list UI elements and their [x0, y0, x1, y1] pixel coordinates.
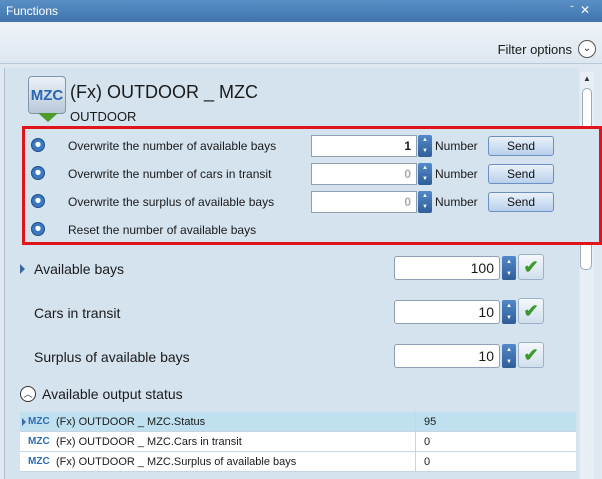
command-unit: Number	[435, 167, 478, 181]
send-button[interactable]: Send	[488, 164, 554, 184]
radio-button-icon[interactable]	[31, 222, 45, 236]
command-label: Overwrite the number of available bays	[68, 139, 277, 153]
table-row[interactable]: MZC (Fx) OUTDOOR _ MZC.Cars in transit 0	[20, 432, 576, 452]
check-icon[interactable]: ✔	[518, 298, 544, 324]
check-icon[interactable]: ✔	[518, 254, 544, 280]
spinner-icon[interactable]: ▲ ▼	[502, 300, 516, 324]
command-value-input[interactable]: 0	[311, 191, 417, 213]
value-input[interactable]: 100	[394, 256, 500, 280]
spinner-icon[interactable]: ▲ ▼	[418, 191, 432, 213]
command-unit: Number	[435, 139, 478, 153]
command-row: Overwrite the number of cars in transit …	[25, 161, 599, 187]
send-button[interactable]: Send	[488, 136, 554, 156]
spinner-icon[interactable]: ▲ ▼	[502, 256, 516, 280]
value-input[interactable]: 10	[394, 344, 500, 368]
radio-button-icon[interactable]	[31, 138, 45, 152]
close-icon[interactable]: ✕	[580, 3, 596, 17]
command-label[interactable]: Reset the number of available bays	[68, 223, 256, 237]
status-name: (Fx) OUTDOOR _ MZC.Status	[56, 416, 206, 428]
window-title: Functions	[6, 4, 59, 18]
value-input[interactable]: 10	[394, 300, 500, 324]
value-row: Surplus of available bays 10 ▲ ▼ ✔	[14, 342, 574, 372]
filter-options-label[interactable]: Filter options	[498, 42, 572, 57]
mzc-function-icon: MZC	[28, 76, 66, 122]
table-row[interactable]: MZC (Fx) OUTDOOR _ MZC.Surplus of availa…	[20, 452, 576, 472]
value-label: Surplus of available bays	[34, 349, 190, 365]
pin-icon[interactable]: ˉ	[570, 3, 580, 17]
command-value-input[interactable]: 0	[311, 163, 417, 185]
status-value: 95	[424, 416, 437, 428]
chevron-down-icon[interactable]: ⌄	[578, 40, 596, 58]
radio-button-icon[interactable]	[31, 166, 45, 180]
mzc-tag-icon: MZC	[28, 456, 50, 467]
mzc-tag-icon: MZC	[28, 436, 50, 447]
value-row: Available bays 100 ▲ ▼ ✔	[14, 254, 574, 284]
function-title: (Fx) OUTDOOR _ MZC	[70, 82, 258, 102]
mzc-tag-icon: MZC	[28, 416, 50, 427]
command-row[interactable]: Reset the number of available bays	[25, 217, 599, 243]
filter-bar: Filter options ⌄	[0, 22, 602, 64]
spinner-icon[interactable]: ▲ ▼	[418, 135, 432, 157]
check-icon[interactable]: ✔	[518, 342, 544, 368]
expand-triangle-icon[interactable]	[38, 113, 58, 122]
row-pointer-icon	[22, 418, 26, 426]
status-name: (Fx) OUTDOOR _ MZC.Cars in transit	[56, 436, 242, 448]
spinner-icon[interactable]: ▲ ▼	[418, 163, 432, 185]
scroll-up-arrow-icon[interactable]: ▲	[580, 72, 594, 86]
value-row: Cars in transit 10 ▲ ▼ ✔	[14, 298, 574, 328]
status-value: 0	[424, 436, 431, 448]
command-row: Overwrite the surplus of available bays …	[25, 189, 599, 215]
status-value: 0	[424, 456, 431, 468]
value-label: Cars in transit	[34, 305, 121, 321]
command-row: Overwrite the number of available bays 1…	[25, 133, 599, 159]
status-table: MZC (Fx) OUTDOOR _ MZC.Status 95 MZC (Fx…	[20, 412, 576, 472]
command-value-input[interactable]: 1	[311, 135, 417, 157]
command-label: Overwrite the surplus of available bays	[68, 195, 275, 209]
window-title-bar: Functions ˉ✕	[0, 0, 602, 22]
table-row[interactable]: MZC (Fx) OUTDOOR _ MZC.Status 95	[20, 412, 576, 432]
status-name: (Fx) OUTDOOR _ MZC.Surplus of available …	[56, 456, 297, 468]
command-label: Overwrite the number of cars in transit	[68, 167, 272, 181]
commands-section: Overwrite the number of available bays 1…	[22, 126, 602, 245]
function-icon-text: MZC	[30, 87, 64, 104]
spinner-icon[interactable]: ▲ ▼	[502, 344, 516, 368]
collapse-icon[interactable]: ︿	[20, 386, 36, 402]
value-label: Available bays	[34, 261, 125, 277]
function-subtitle: OUTDOOR	[70, 109, 137, 124]
radio-button-icon[interactable]	[31, 194, 45, 208]
send-button[interactable]: Send	[488, 192, 554, 212]
row-pointer-icon	[20, 264, 25, 274]
status-title: Available output status	[42, 386, 183, 402]
command-unit: Number	[435, 195, 478, 209]
